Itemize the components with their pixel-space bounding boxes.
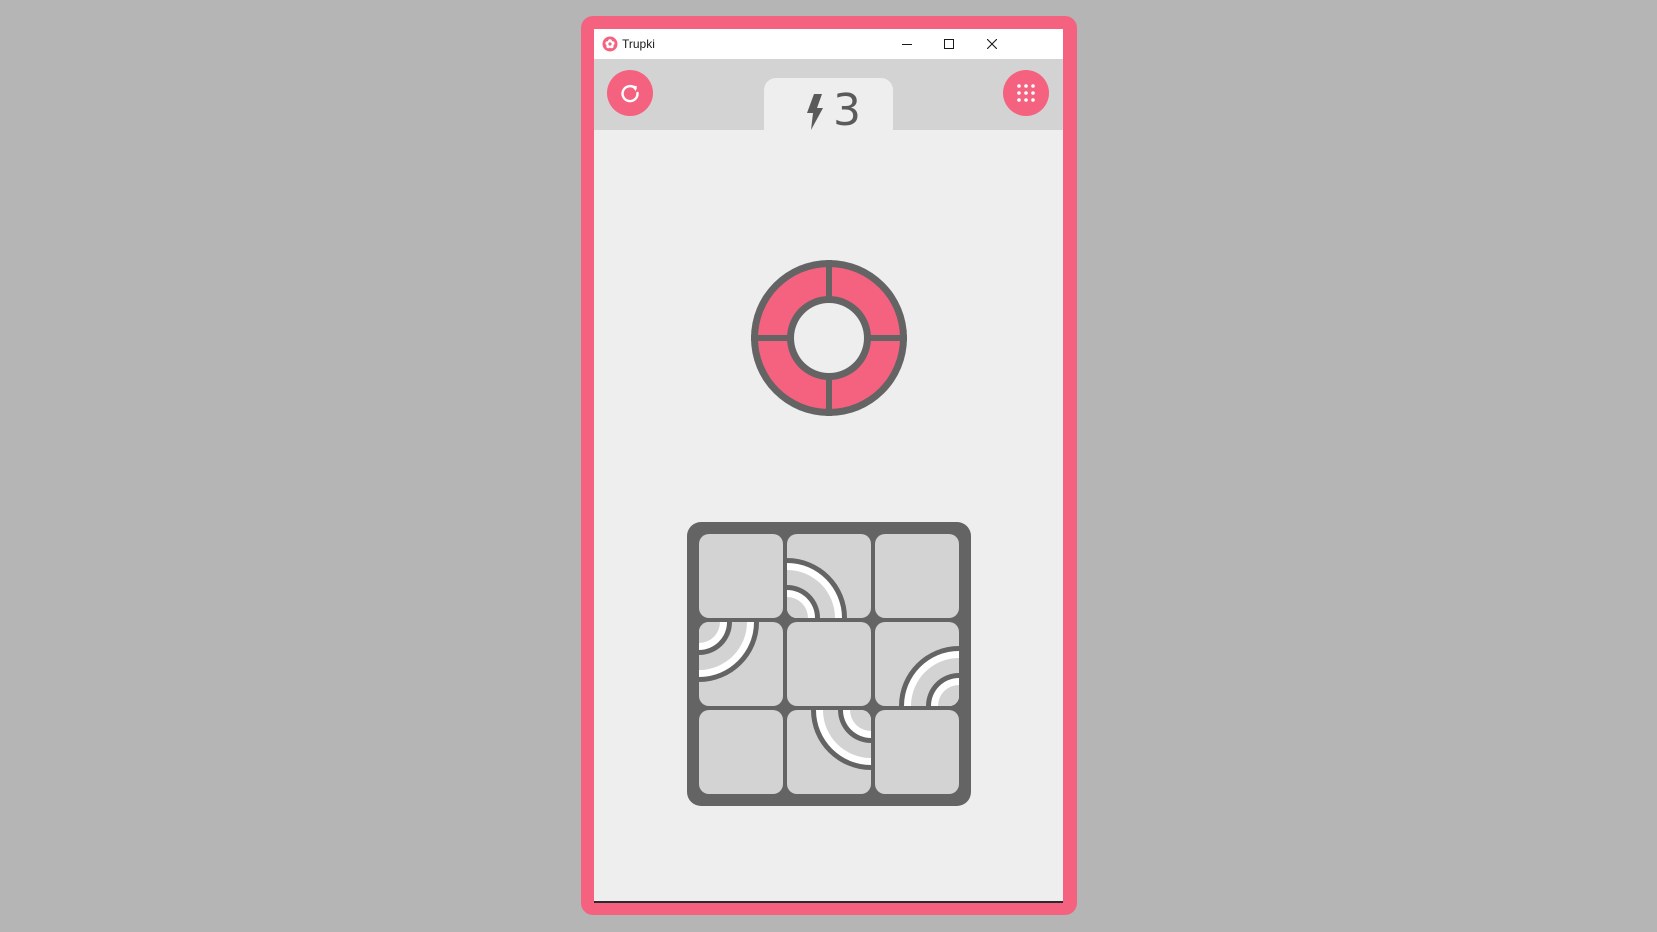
lightning-icon	[807, 94, 823, 130]
level-menu-button[interactable]	[1003, 70, 1049, 116]
minimize-icon	[902, 44, 912, 45]
close-button[interactable]	[971, 29, 1013, 59]
board-tile[interactable]	[787, 622, 871, 706]
title-bar[interactable]: Trupki	[594, 29, 1063, 60]
flower-icon	[602, 36, 618, 52]
app-window: Trupki 3	[594, 29, 1063, 903]
board-tile[interactable]	[875, 710, 959, 794]
moves-tab	[764, 78, 893, 138]
puzzle-board[interactable]	[687, 522, 971, 806]
board-tile[interactable]	[699, 710, 783, 794]
grid-menu-icon	[1017, 84, 1035, 102]
maximize-button[interactable]	[928, 29, 970, 59]
window-title: Trupki	[622, 37, 655, 51]
window-bottom-edge	[594, 901, 1063, 903]
board-tile[interactable]	[699, 534, 783, 618]
close-icon	[987, 39, 997, 49]
moves-counter: 3	[833, 85, 861, 136]
board-tile[interactable]	[875, 534, 959, 618]
minimize-button[interactable]	[886, 29, 928, 59]
goal-ring	[751, 260, 907, 416]
restart-icon	[621, 84, 639, 103]
maximize-icon	[944, 39, 954, 49]
restart-button[interactable]	[607, 70, 653, 116]
